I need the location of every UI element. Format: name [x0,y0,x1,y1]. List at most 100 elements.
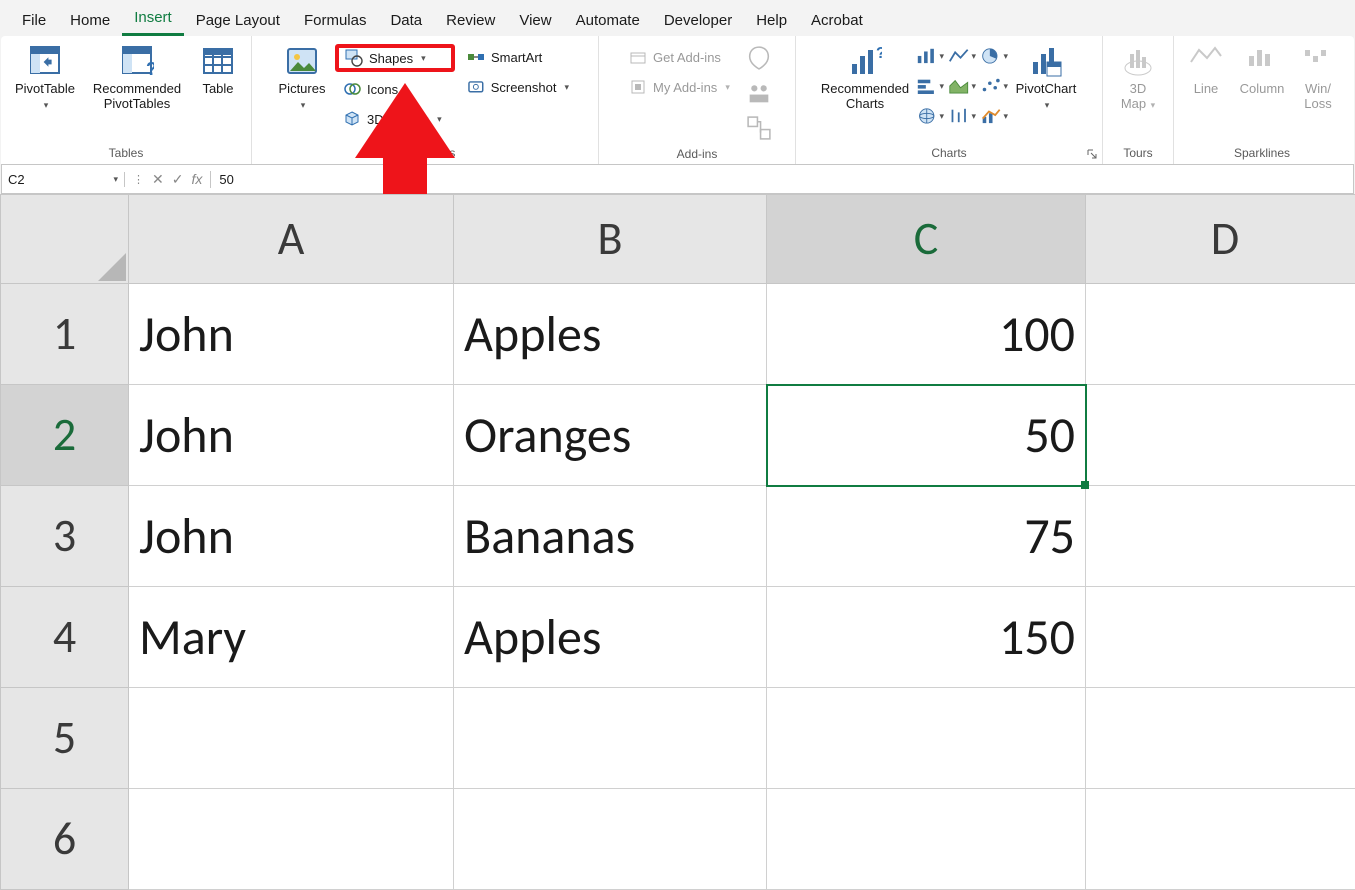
menu-help[interactable]: Help [744,7,799,36]
stock-chart-icon[interactable]: ▾ [948,104,976,128]
name-box[interactable]: C2 ▾ [2,172,125,187]
icons-icon [343,80,361,98]
group-tours-label: Tours [1111,144,1165,162]
visio-icon[interactable] [745,114,773,145]
pictures-button[interactable]: Pictures▾ [273,40,331,112]
charts-dialog-launcher[interactable] [1086,148,1098,160]
cell-C6[interactable] [767,789,1086,890]
cell-D3[interactable] [1086,486,1355,587]
row-header-4[interactable]: 4 [1,587,129,688]
recommended-charts-label: Recommended Charts [821,82,909,112]
formula-tools: ⋮ ✕ ✓ fx [125,171,211,188]
get-addins-button[interactable]: Get Add-ins [621,44,741,70]
pivotchart-icon [1029,44,1063,78]
menu-view[interactable]: View [507,7,563,36]
cell-A1[interactable]: John [129,284,454,385]
cell-C1[interactable]: 100 [767,284,1086,385]
chevron-down-icon: ▾ [1045,100,1050,110]
3d-map-button[interactable]: 3D Map ▾ [1111,40,1165,112]
menu-home[interactable]: Home [58,7,122,36]
cell-D1[interactable] [1086,284,1355,385]
smartart-label: SmartArt [491,50,542,65]
group-illustrations: Pictures▾ Shapes ▾ Icons [252,36,599,164]
cell-C3[interactable]: 75 [767,486,1086,587]
3d-map-icon [1121,44,1155,78]
col-header-D[interactable]: D [1086,195,1355,284]
people-graph-icon[interactable] [745,79,773,110]
recommended-pivottables-icon: ? [120,44,154,78]
icons-button[interactable]: Icons [335,76,455,102]
svg-text:?: ? [146,59,154,78]
cell-B2[interactable]: Oranges [454,385,767,486]
3d-models-button[interactable]: 3D Models ▾ [335,106,455,132]
cell-B1[interactable]: Apples [454,284,767,385]
svg-text:?: ? [876,45,882,62]
table-label: Table [202,82,233,97]
icons-label: Icons [367,82,398,97]
row-header-1[interactable]: 1 [1,284,129,385]
menu-developer[interactable]: Developer [652,7,744,36]
cell-D4[interactable] [1086,587,1355,688]
combo-chart-icon[interactable]: ▾ [980,104,1008,128]
col-header-C[interactable]: C [767,195,1086,284]
table-button[interactable]: Table [193,40,243,97]
cell-D2[interactable] [1086,385,1355,486]
cell-C2[interactable]: 50 [767,385,1086,486]
map-chart-icon[interactable]: ▾ [916,104,944,128]
formula-input[interactable]: 50 [211,172,1353,187]
menu-review[interactable]: Review [434,7,507,36]
fx-icon[interactable]: fx [191,171,202,187]
cancel-icon[interactable]: ✕ [152,171,164,188]
pie-chart-icon[interactable]: ▾ [980,44,1008,68]
select-all-corner[interactable] [1,195,129,284]
line-chart-icon[interactable]: ▾ [948,44,976,68]
3d-map-label: 3D Map [1121,81,1146,111]
cell-A6[interactable] [129,789,454,890]
menu-page-layout[interactable]: Page Layout [184,7,292,36]
screenshot-button[interactable]: Screenshot ▾ [459,74,577,100]
cell-C4[interactable]: 150 [767,587,1086,688]
shapes-button[interactable]: Shapes ▾ [335,44,455,72]
scatter-chart-icon[interactable]: ▾ [980,74,1008,98]
cell-B4[interactable]: Apples [454,587,767,688]
sparkline-line-button[interactable]: Line [1182,40,1230,97]
menu-file[interactable]: File [10,7,58,36]
smartart-button[interactable]: SmartArt [459,44,577,70]
menu-data[interactable]: Data [378,7,434,36]
enter-icon[interactable]: ✓ [172,171,184,188]
row-header-5[interactable]: 5 [1,688,129,789]
cell-A2[interactable]: John [129,385,454,486]
cell-C5[interactable] [767,688,1086,789]
area-chart-icon[interactable]: ▾ [948,74,976,98]
sparkline-column-button[interactable]: Column [1234,40,1290,97]
cell-D6[interactable] [1086,789,1355,890]
menu-acrobat[interactable]: Acrobat [799,7,875,36]
recommended-charts-button[interactable]: ? Recommended Charts [818,40,912,112]
cell-A3[interactable]: John [129,486,454,587]
cell-B5[interactable] [454,688,767,789]
row-header-2[interactable]: 2 [1,385,129,486]
addins-icon [629,78,647,96]
col-header-B[interactable]: B [454,195,767,284]
row-header-3[interactable]: 3 [1,486,129,587]
sparkline-winloss-button[interactable]: Win/ Loss [1294,40,1342,112]
bar-chart-icon[interactable]: ▾ [916,74,944,98]
recommended-pivottables-button[interactable]: ? Recommended PivotTables [85,40,189,112]
pivottable-button[interactable]: PivotTable▾ [9,40,81,112]
row-header-6[interactable]: 6 [1,789,129,890]
my-addins-button[interactable]: My Add-ins ▾ [621,74,741,100]
cell-B3[interactable]: Bananas [454,486,767,587]
more-icon[interactable]: ⋮ [133,173,144,186]
menu-insert[interactable]: Insert [122,4,184,36]
cell-D5[interactable] [1086,688,1355,789]
pivotchart-button[interactable]: PivotChart▾ [1012,40,1080,112]
bing-maps-icon[interactable] [745,44,773,75]
column-chart-icon[interactable]: ▾ [916,44,944,68]
cell-A4[interactable]: Mary [129,587,454,688]
cell-A5[interactable] [129,688,454,789]
col-header-A[interactable]: A [129,195,454,284]
menu-formulas[interactable]: Formulas [292,7,379,36]
cell-B6[interactable] [454,789,767,890]
screenshot-label: Screenshot [491,80,557,95]
menu-automate[interactable]: Automate [564,7,652,36]
